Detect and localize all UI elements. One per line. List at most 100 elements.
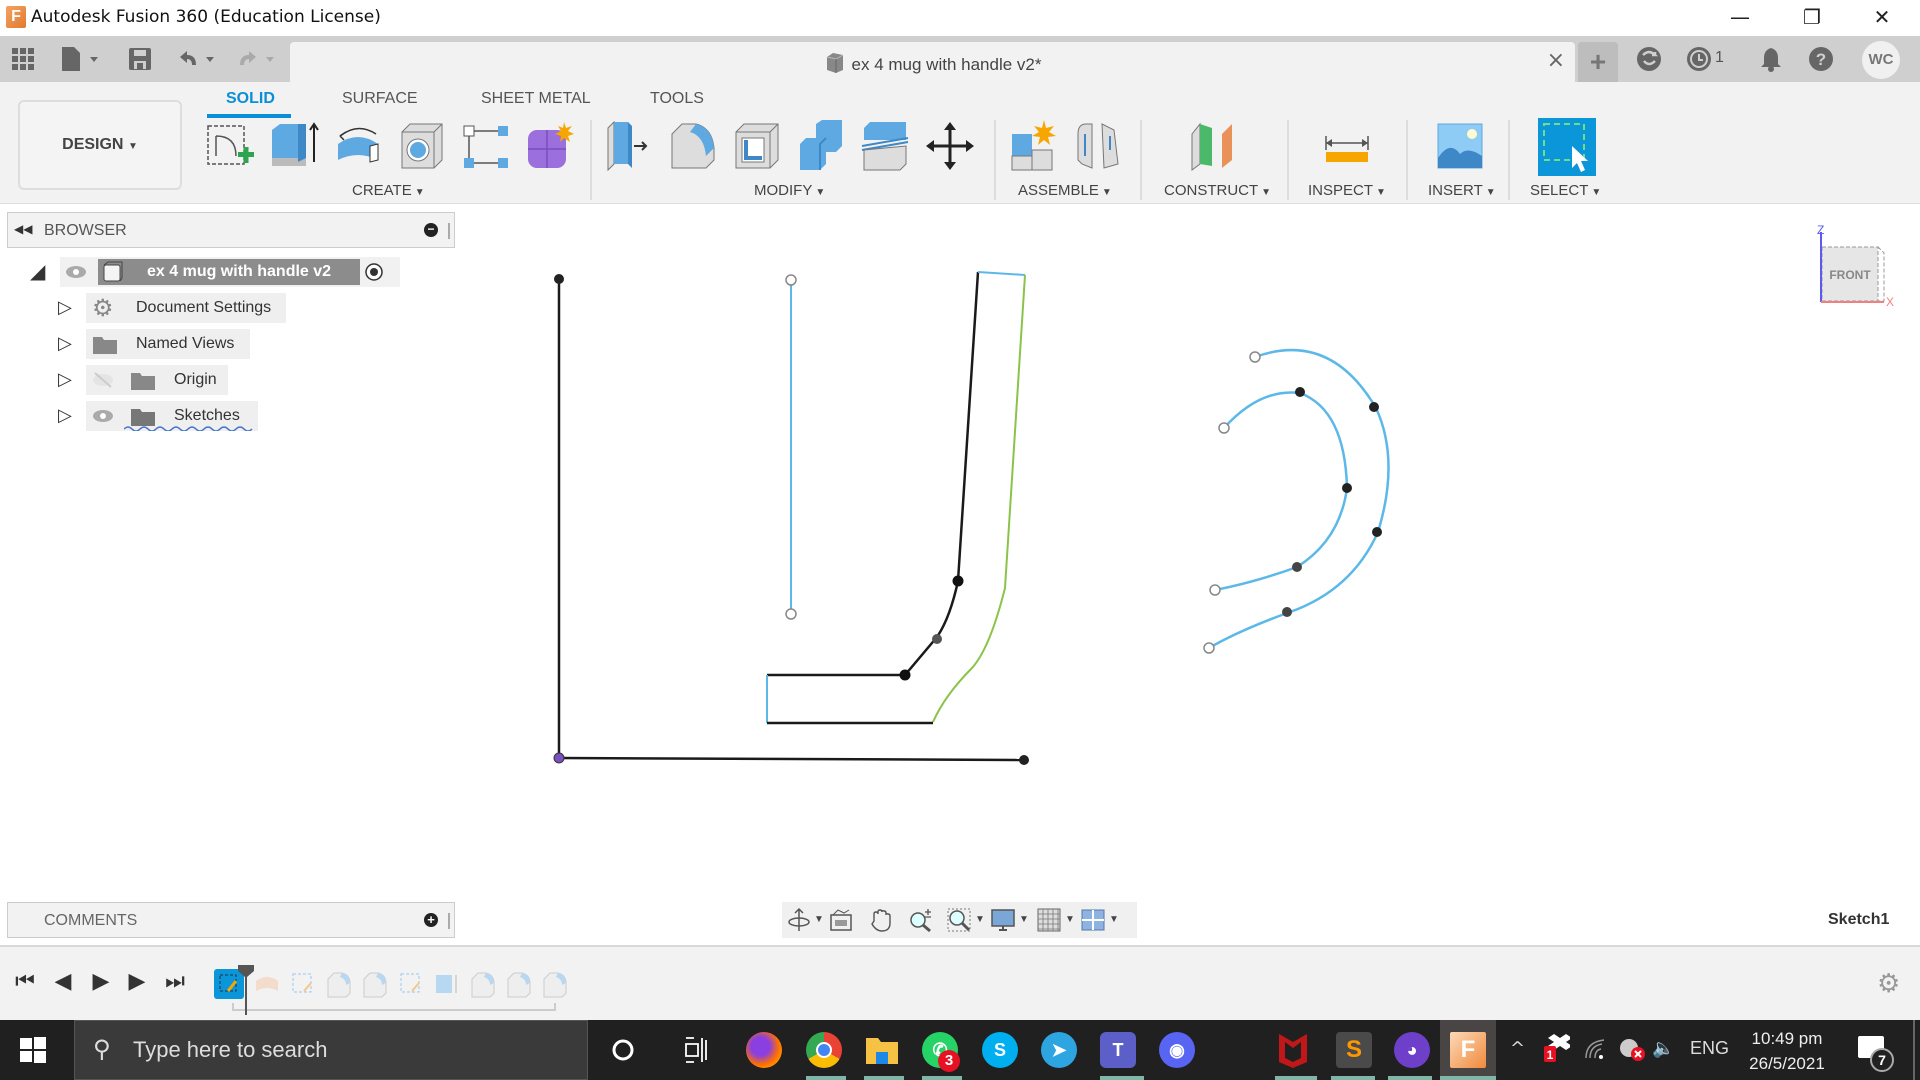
extrude-icon[interactable] bbox=[268, 120, 320, 172]
viewcube-face-label[interactable]: FRONT bbox=[1829, 268, 1871, 282]
close-document-button[interactable]: × bbox=[1547, 48, 1565, 73]
activate-radio-icon[interactable] bbox=[364, 262, 384, 282]
offset-plane-icon[interactable] bbox=[1188, 120, 1240, 172]
comments-resize-handle[interactable] bbox=[448, 913, 450, 929]
collapse-triangle-icon[interactable]: ◢ bbox=[30, 259, 45, 284]
browser-minimize-button[interactable]: − bbox=[424, 223, 438, 237]
taskbar-telegram[interactable]: ➤ bbox=[1041, 1032, 1077, 1068]
grid-dropdown-icon[interactable]: ▼ bbox=[1065, 914, 1075, 925]
look-at-icon[interactable] bbox=[828, 907, 854, 933]
timeline-feature-extrude[interactable] bbox=[432, 969, 462, 999]
step-forward-button[interactable]: ▶ bbox=[124, 969, 150, 995]
tab-solid[interactable]: SOLID bbox=[226, 90, 275, 108]
language-indicator[interactable]: ENG bbox=[1690, 1038, 1729, 1059]
form-icon[interactable] bbox=[524, 120, 576, 172]
data-panel-grid-icon[interactable] bbox=[12, 48, 34, 70]
combine-icon[interactable] bbox=[796, 120, 848, 172]
redo-icon[interactable] bbox=[236, 47, 284, 71]
restore-button[interactable]: ❐ bbox=[1782, 0, 1842, 36]
zoom-dropdown-icon[interactable]: ▼ bbox=[975, 914, 985, 925]
joint-icon[interactable] bbox=[1072, 120, 1124, 172]
assemble-menu[interactable]: ASSEMBLE ▼ bbox=[1018, 182, 1112, 199]
sketch-line-rim[interactable] bbox=[977, 271, 1026, 276]
minimize-button[interactable]: — bbox=[1710, 0, 1770, 36]
browser-item-sketches[interactable]: ▷ Sketches bbox=[58, 401, 298, 431]
expand-triangle-icon[interactable]: ▷ bbox=[58, 297, 72, 318]
sketch-fit-point[interactable] bbox=[1372, 527, 1382, 537]
orbit-dropdown-icon[interactable]: ▼ bbox=[814, 914, 824, 925]
help-icon[interactable]: ? bbox=[1808, 46, 1834, 72]
display-dropdown-icon[interactable]: ▼ bbox=[1019, 914, 1029, 925]
show-hidden-icons-button[interactable]: ^ bbox=[1510, 1038, 1525, 1059]
sketch-point[interactable] bbox=[554, 274, 564, 284]
measure-icon[interactable] bbox=[1322, 120, 1374, 172]
taskbar-sublime-text[interactable]: S bbox=[1336, 1032, 1372, 1068]
volume-icon[interactable]: 🔈 bbox=[1652, 1038, 1674, 1059]
add-comment-button[interactable]: + bbox=[424, 913, 438, 927]
sketch-line-horizontal-axis[interactable] bbox=[558, 756, 1025, 762]
extensions-icon[interactable] bbox=[1636, 46, 1662, 72]
revolve-icon[interactable] bbox=[332, 120, 384, 172]
windows-start-icon[interactable] bbox=[20, 1037, 46, 1063]
insert-menu[interactable]: INSERT ▼ bbox=[1428, 182, 1496, 199]
press-pull-icon[interactable] bbox=[604, 120, 656, 172]
document-tab[interactable]: ex 4 mug with handle v2* × bbox=[290, 42, 1575, 82]
sketch-point[interactable] bbox=[1019, 755, 1029, 765]
fillet-icon[interactable] bbox=[668, 120, 720, 172]
go-to-start-button[interactable]: ⏮ bbox=[12, 969, 38, 995]
cortana-icon[interactable] bbox=[611, 1038, 635, 1062]
select-menu[interactable]: SELECT ▼ bbox=[1530, 182, 1601, 199]
user-avatar[interactable]: WC bbox=[1862, 41, 1900, 79]
sketch-fit-point[interactable] bbox=[1292, 562, 1302, 572]
browser-item-document-settings[interactable]: ▷ ⚙ Document Settings bbox=[58, 293, 298, 323]
tab-sheet-metal[interactable]: SHEET METAL bbox=[481, 90, 591, 108]
create-sketch-icon[interactable] bbox=[204, 120, 256, 172]
browser-resize-handle[interactable] bbox=[448, 223, 450, 239]
onedrive-error-icon[interactable] bbox=[1618, 1036, 1646, 1062]
shell-icon[interactable] bbox=[732, 120, 784, 172]
create-menu[interactable]: CREATE ▼ bbox=[352, 182, 425, 199]
taskbar-file-explorer[interactable] bbox=[864, 1034, 900, 1066]
taskbar-search-box[interactable]: ⚲ Type here to search bbox=[74, 1020, 588, 1080]
show-desktop-button[interactable] bbox=[1913, 1020, 1915, 1080]
visibility-eye-icon[interactable] bbox=[65, 264, 87, 280]
browser-item-origin[interactable]: ▷ Origin bbox=[58, 365, 298, 395]
construct-menu[interactable]: CONSTRUCT ▼ bbox=[1164, 182, 1271, 199]
task-view-icon[interactable] bbox=[684, 1036, 708, 1064]
grid-settings-icon[interactable] bbox=[1036, 907, 1062, 933]
timeline-feature-revolve[interactable] bbox=[252, 969, 282, 999]
new-component-icon[interactable] bbox=[1008, 120, 1060, 172]
zoom-window-icon[interactable] bbox=[946, 907, 972, 933]
taskbar-mcafee[interactable] bbox=[1277, 1032, 1309, 1068]
taskbar-discord[interactable]: ◉ bbox=[1159, 1032, 1195, 1068]
taskbar-skype[interactable]: S bbox=[982, 1032, 1018, 1068]
new-tab-button[interactable]: + bbox=[1578, 42, 1618, 82]
pan-hand-icon[interactable] bbox=[868, 907, 894, 933]
sketch-fit-point[interactable] bbox=[1369, 402, 1379, 412]
timeline-feature-fillet[interactable] bbox=[540, 969, 570, 999]
zoom-icon[interactable] bbox=[908, 907, 934, 933]
sketch-origin-point[interactable] bbox=[553, 752, 565, 764]
visibility-eye-icon[interactable] bbox=[92, 408, 114, 424]
sketch-point[interactable] bbox=[952, 575, 964, 587]
browser-item-named-views[interactable]: ▷ Named Views bbox=[58, 329, 298, 359]
sketch-point[interactable] bbox=[899, 669, 911, 681]
collapse-browser-icon[interactable]: ◀◀ bbox=[14, 222, 32, 236]
dropbox-icon[interactable]: 1 bbox=[1544, 1034, 1570, 1064]
display-settings-icon[interactable] bbox=[990, 907, 1016, 933]
sketch-endpoint[interactable] bbox=[1203, 642, 1215, 654]
sketch-fit-point[interactable] bbox=[1282, 607, 1292, 617]
sketch-profile-inner-wall[interactable] bbox=[767, 271, 980, 677]
hidden-eye-icon[interactable] bbox=[92, 372, 114, 388]
save-icon[interactable] bbox=[128, 47, 152, 71]
inspect-menu[interactable]: INSPECT ▼ bbox=[1308, 182, 1386, 199]
timeline-feature-sketch[interactable] bbox=[288, 969, 318, 999]
split-body-icon[interactable] bbox=[860, 120, 912, 172]
viewports-dropdown-icon[interactable]: ▼ bbox=[1109, 914, 1119, 925]
browser-root-item[interactable]: ◢ ex 4 mug with handle v2 bbox=[30, 257, 400, 287]
window-select-icon[interactable] bbox=[1538, 118, 1596, 176]
timeline-feature-fillet[interactable] bbox=[324, 969, 354, 999]
viewports-icon[interactable] bbox=[1080, 907, 1106, 933]
sketch-fit-point[interactable] bbox=[1342, 483, 1352, 493]
sketch-endpoint[interactable] bbox=[1249, 351, 1261, 363]
